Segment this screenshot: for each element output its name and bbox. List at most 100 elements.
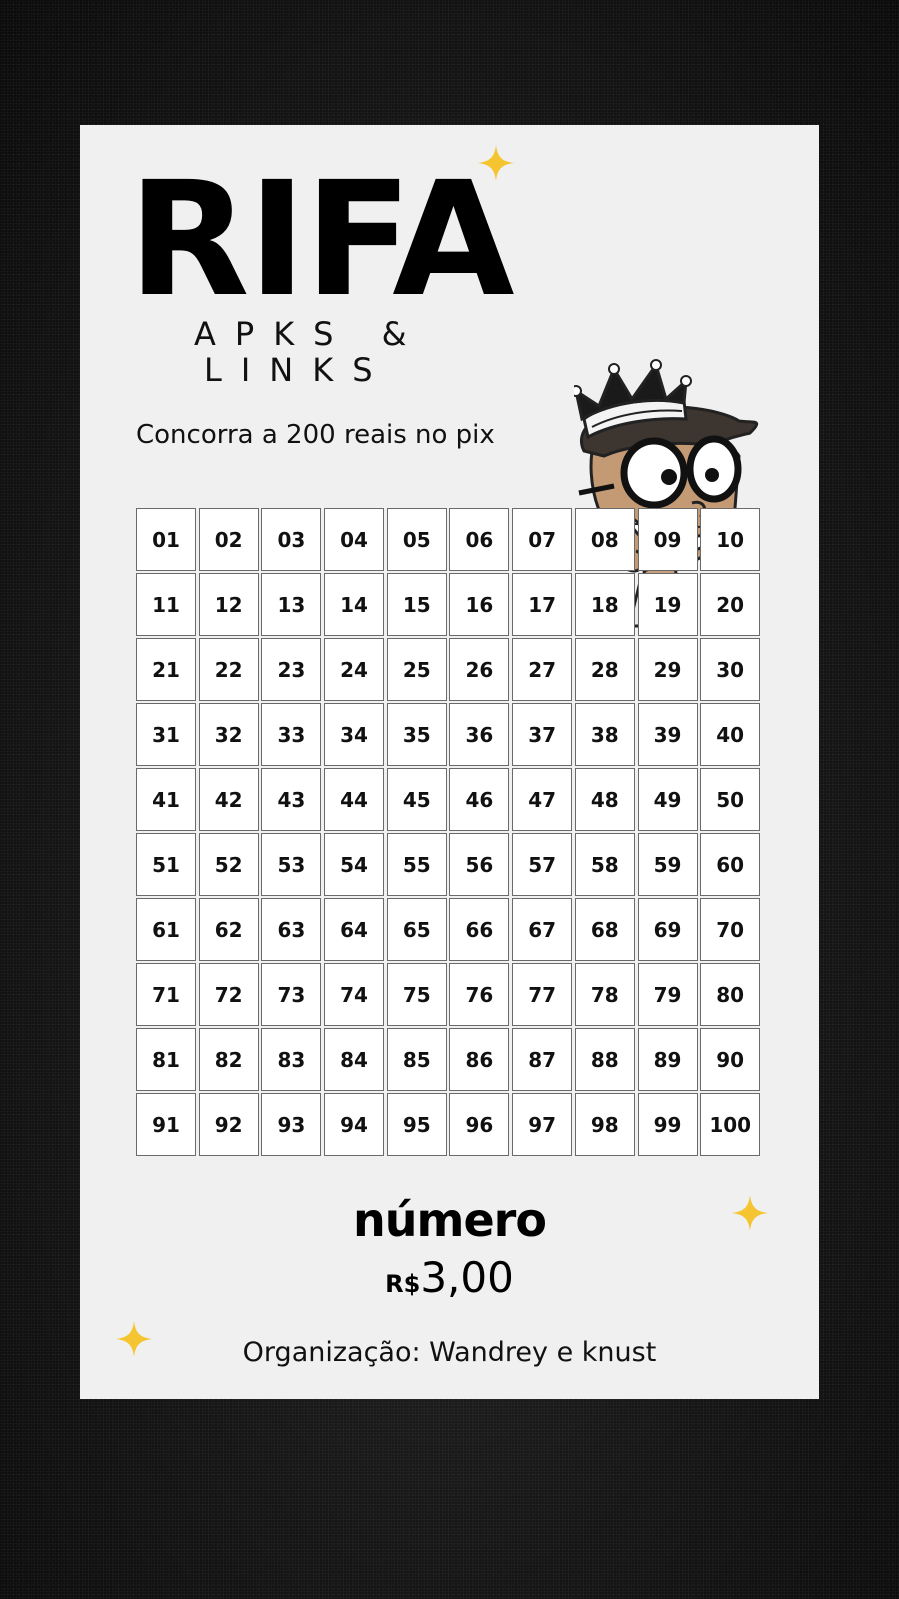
raffle-number-cell[interactable]: 42 xyxy=(198,768,259,831)
raffle-number-cell[interactable]: 80 xyxy=(700,963,761,1026)
raffle-number-cell[interactable]: 59 xyxy=(637,833,698,896)
raffle-number-cell[interactable]: 72 xyxy=(198,963,259,1026)
raffle-number-cell[interactable]: 97 xyxy=(512,1093,573,1156)
raffle-number-cell[interactable]: 60 xyxy=(700,833,761,896)
raffle-number-cell[interactable]: 94 xyxy=(324,1093,385,1156)
raffle-number-cell[interactable]: 87 xyxy=(512,1028,573,1091)
raffle-number-cell[interactable]: 63 xyxy=(261,898,322,961)
raffle-number-cell[interactable]: 18 xyxy=(574,573,635,636)
raffle-number-cell[interactable]: 52 xyxy=(198,833,259,896)
raffle-number-cell[interactable]: 10 xyxy=(700,508,761,571)
raffle-number-cell[interactable]: 41 xyxy=(136,768,196,831)
raffle-number-cell[interactable]: 79 xyxy=(637,963,698,1026)
raffle-number-cell[interactable]: 07 xyxy=(512,508,573,571)
raffle-number-cell[interactable]: 85 xyxy=(386,1028,447,1091)
raffle-number-cell[interactable]: 06 xyxy=(449,508,510,571)
raffle-number-cell[interactable]: 71 xyxy=(136,963,196,1026)
raffle-number-cell[interactable]: 56 xyxy=(449,833,510,896)
raffle-number-cell[interactable]: 13 xyxy=(261,573,322,636)
raffle-number-cell[interactable]: 05 xyxy=(386,508,447,571)
raffle-number-cell[interactable]: 36 xyxy=(449,703,510,766)
raffle-number-cell[interactable]: 38 xyxy=(574,703,635,766)
raffle-number-cell[interactable]: 09 xyxy=(637,508,698,571)
raffle-number-cell[interactable]: 69 xyxy=(637,898,698,961)
raffle-number-cell[interactable]: 28 xyxy=(574,638,635,701)
raffle-number-cell[interactable]: 48 xyxy=(574,768,635,831)
raffle-number-cell[interactable]: 08 xyxy=(574,508,635,571)
raffle-number-cell[interactable]: 21 xyxy=(136,638,196,701)
raffle-number-cell[interactable]: 64 xyxy=(324,898,385,961)
raffle-number-cell[interactable]: 92 xyxy=(198,1093,259,1156)
raffle-number-cell[interactable]: 62 xyxy=(198,898,259,961)
raffle-number-cell[interactable]: 51 xyxy=(136,833,196,896)
raffle-number-cell[interactable]: 31 xyxy=(136,703,196,766)
raffle-number-cell[interactable]: 86 xyxy=(449,1028,510,1091)
raffle-number-cell[interactable]: 50 xyxy=(700,768,761,831)
raffle-number-cell[interactable]: 30 xyxy=(700,638,761,701)
raffle-number-cell[interactable]: 70 xyxy=(700,898,761,961)
raffle-number-cell[interactable]: 35 xyxy=(386,703,447,766)
raffle-number-cell[interactable]: 46 xyxy=(449,768,510,831)
raffle-number-cell[interactable]: 55 xyxy=(386,833,447,896)
raffle-number-cell[interactable]: 65 xyxy=(386,898,447,961)
raffle-number-cell[interactable]: 16 xyxy=(449,573,510,636)
raffle-number-cell[interactable]: 53 xyxy=(261,833,322,896)
raffle-number-cell[interactable]: 75 xyxy=(386,963,447,1026)
raffle-number-cell[interactable]: 99 xyxy=(637,1093,698,1156)
raffle-number-cell[interactable]: 91 xyxy=(136,1093,196,1156)
raffle-number-cell[interactable]: 29 xyxy=(637,638,698,701)
raffle-number-cell[interactable]: 26 xyxy=(449,638,510,701)
raffle-number-cell[interactable]: 11 xyxy=(136,573,196,636)
raffle-number-cell[interactable]: 61 xyxy=(136,898,196,961)
raffle-number-cell[interactable]: 37 xyxy=(512,703,573,766)
raffle-number-cell[interactable]: 22 xyxy=(198,638,259,701)
raffle-number-cell[interactable]: 49 xyxy=(637,768,698,831)
raffle-number-cell[interactable]: 44 xyxy=(324,768,385,831)
raffle-number-cell[interactable]: 67 xyxy=(512,898,573,961)
raffle-number-cell[interactable]: 24 xyxy=(324,638,385,701)
raffle-number-cell[interactable]: 81 xyxy=(136,1028,196,1091)
raffle-number-cell[interactable]: 14 xyxy=(324,573,385,636)
raffle-number-cell[interactable]: 68 xyxy=(574,898,635,961)
raffle-number-cell[interactable]: 54 xyxy=(324,833,385,896)
raffle-number-cell[interactable]: 73 xyxy=(261,963,322,1026)
raffle-number-cell[interactable]: 66 xyxy=(449,898,510,961)
raffle-number-cell[interactable]: 17 xyxy=(512,573,573,636)
raffle-number-cell[interactable]: 45 xyxy=(386,768,447,831)
raffle-number-cell[interactable]: 25 xyxy=(386,638,447,701)
raffle-number-cell[interactable]: 43 xyxy=(261,768,322,831)
raffle-number-cell[interactable]: 39 xyxy=(637,703,698,766)
raffle-number-cell[interactable]: 77 xyxy=(512,963,573,1026)
raffle-number-cell[interactable]: 40 xyxy=(700,703,761,766)
raffle-number-cell[interactable]: 90 xyxy=(700,1028,761,1091)
raffle-number-cell[interactable]: 74 xyxy=(324,963,385,1026)
raffle-number-cell[interactable]: 02 xyxy=(198,508,259,571)
raffle-number-cell[interactable]: 47 xyxy=(512,768,573,831)
raffle-number-cell[interactable]: 84 xyxy=(324,1028,385,1091)
raffle-number-cell[interactable]: 76 xyxy=(449,963,510,1026)
raffle-number-cell[interactable]: 89 xyxy=(637,1028,698,1091)
raffle-number-cell[interactable]: 23 xyxy=(261,638,322,701)
raffle-number-cell[interactable]: 12 xyxy=(198,573,259,636)
raffle-number-cell[interactable]: 96 xyxy=(449,1093,510,1156)
raffle-number-cell[interactable]: 93 xyxy=(261,1093,322,1156)
raffle-number-cell[interactable]: 04 xyxy=(324,508,385,571)
raffle-number-cell[interactable]: 34 xyxy=(324,703,385,766)
raffle-number-cell[interactable]: 33 xyxy=(261,703,322,766)
raffle-number-cell[interactable]: 82 xyxy=(198,1028,259,1091)
raffle-number-cell[interactable]: 32 xyxy=(198,703,259,766)
raffle-number-cell[interactable]: 95 xyxy=(386,1093,447,1156)
raffle-number-cell[interactable]: 27 xyxy=(512,638,573,701)
raffle-number-cell[interactable]: 57 xyxy=(512,833,573,896)
raffle-number-cell[interactable]: 83 xyxy=(261,1028,322,1091)
raffle-number-cell[interactable]: 19 xyxy=(637,573,698,636)
raffle-number-cell[interactable]: 78 xyxy=(574,963,635,1026)
raffle-number-cell[interactable]: 88 xyxy=(574,1028,635,1091)
raffle-number-cell[interactable]: 100 xyxy=(700,1093,761,1156)
raffle-number-cell[interactable]: 20 xyxy=(700,573,761,636)
raffle-number-cell[interactable]: 15 xyxy=(386,573,447,636)
raffle-number-cell[interactable]: 98 xyxy=(574,1093,635,1156)
raffle-number-cell[interactable]: 03 xyxy=(261,508,322,571)
raffle-number-cell[interactable]: 58 xyxy=(574,833,635,896)
raffle-number-cell[interactable]: 01 xyxy=(136,508,196,571)
